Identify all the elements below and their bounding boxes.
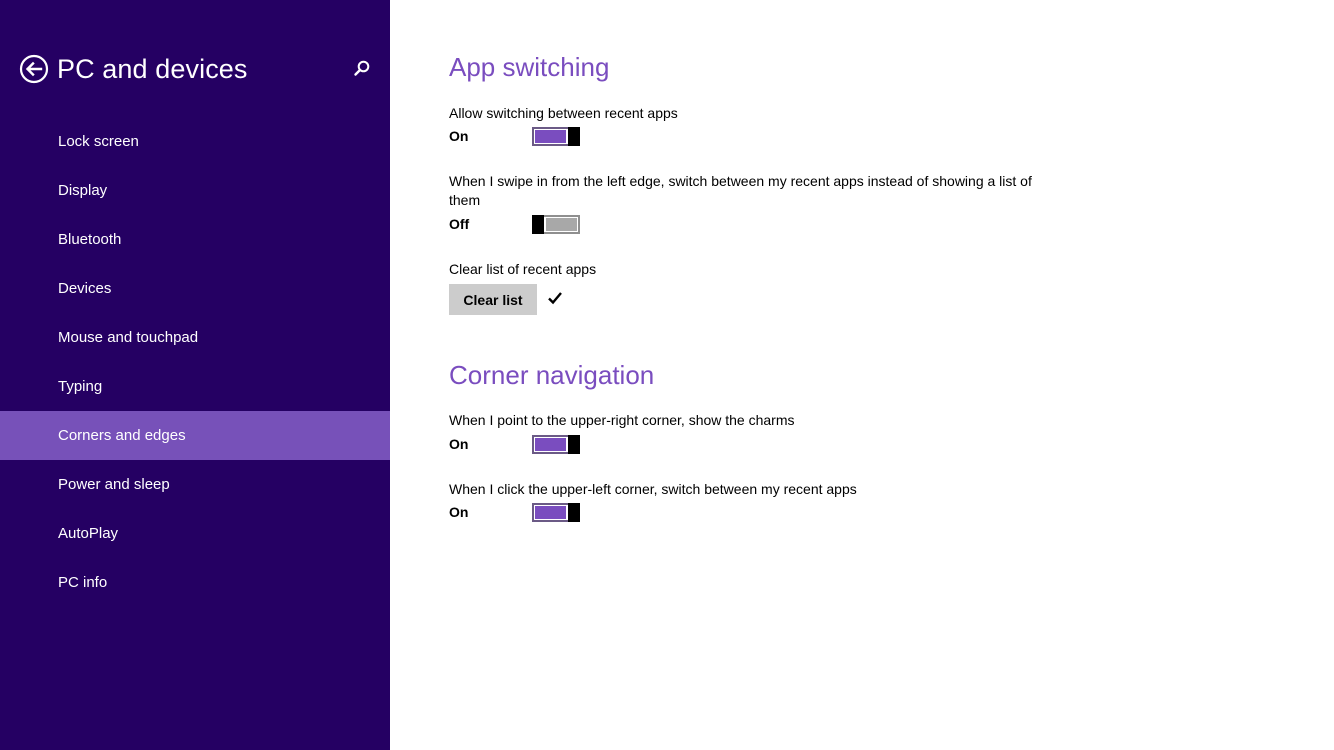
checkmark-icon xyxy=(548,292,562,305)
sidebar-item-lock-screen[interactable]: Lock screen xyxy=(0,117,390,166)
upper-right-corner-toggle[interactable] xyxy=(532,435,580,454)
allow-switching-label: Allow switching between recent apps xyxy=(449,105,678,121)
clear-list-button[interactable]: Clear list xyxy=(449,284,537,315)
swipe-left-label: When I swipe in from the left edge, swit… xyxy=(449,173,1032,208)
clear-list-label: Clear list of recent apps xyxy=(449,261,597,277)
sidebar-item-pc-info[interactable]: PC info xyxy=(0,558,390,607)
upper-left-corner-label: When I click the upper-left corner, swit… xyxy=(449,481,857,497)
toggle-thumb[interactable] xyxy=(568,435,580,454)
sidebar-item-devices[interactable]: Devices xyxy=(0,264,390,313)
sidebar: PC and devices Lock screen Display Bluet… xyxy=(0,0,390,750)
sidebar-item-power-and-sleep[interactable]: Power and sleep xyxy=(0,460,390,509)
sidebar-item-typing[interactable]: Typing xyxy=(0,362,390,411)
sidebar-nav: Lock screen Display Bluetooth Devices Mo… xyxy=(0,117,390,607)
swipe-left-toggle[interactable] xyxy=(532,215,580,234)
allow-switching-toggle[interactable] xyxy=(532,127,580,146)
sidebar-header: PC and devices xyxy=(19,52,248,86)
allow-switching-state: On xyxy=(449,128,469,144)
swipe-left-state: Off xyxy=(449,216,470,232)
upper-right-corner-state: On xyxy=(449,436,469,452)
section-title-corner-navigation: Corner navigation xyxy=(449,360,655,390)
toggle-thumb[interactable] xyxy=(568,127,580,146)
sidebar-item-bluetooth[interactable]: Bluetooth xyxy=(0,215,390,264)
settings-window: PC and devices Lock screen Display Bluet… xyxy=(0,0,1334,750)
back-arrow-icon[interactable] xyxy=(19,54,49,84)
sidebar-item-mouse-and-touchpad[interactable]: Mouse and touchpad xyxy=(0,313,390,362)
toggle-fill xyxy=(535,130,566,143)
page-title: PC and devices xyxy=(57,53,248,84)
section-title-app-switching: App switching xyxy=(449,52,610,82)
upper-right-corner-label: When I point to the upper-right corner, … xyxy=(449,412,795,428)
toggle-fill xyxy=(535,506,566,519)
toggle-thumb[interactable] xyxy=(532,215,544,234)
sidebar-item-autoplay[interactable]: AutoPlay xyxy=(0,509,390,558)
search-icon[interactable] xyxy=(353,59,371,77)
upper-left-corner-state: On xyxy=(449,504,469,520)
toggle-fill xyxy=(535,438,566,451)
toggle-thumb[interactable] xyxy=(568,503,580,522)
toggle-fill xyxy=(546,218,577,231)
sidebar-item-display[interactable]: Display xyxy=(0,166,390,215)
sidebar-item-corners-and-edges[interactable]: Corners and edges xyxy=(0,411,390,460)
upper-left-corner-toggle[interactable] xyxy=(532,503,580,522)
